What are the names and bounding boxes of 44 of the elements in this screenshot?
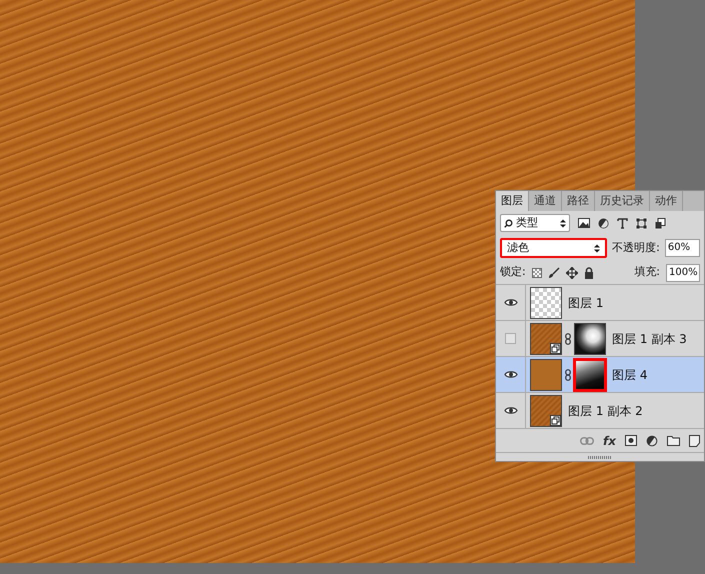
eye-icon[interactable] <box>504 298 518 307</box>
fill-field[interactable]: 100% <box>666 264 700 282</box>
lock-icon[interactable] <box>584 266 594 278</box>
eye-icon[interactable] <box>504 406 518 415</box>
layer-name: 图层 1 副本 3 <box>612 330 687 348</box>
layer-row[interactable]: 图层 1 <box>496 285 704 321</box>
link-icon[interactable] <box>565 332 571 344</box>
fill-label: 填充: <box>634 264 660 280</box>
layer-row[interactable]: 图层 1 副本 3 <box>496 321 704 357</box>
opacity-label: 不透明度: <box>612 240 660 256</box>
layer-row[interactable]: 图层 4 <box>496 357 704 393</box>
opacity-field[interactable]: 60% <box>664 239 700 257</box>
search-icon <box>504 218 513 228</box>
folder-icon[interactable] <box>667 435 680 446</box>
eye-icon[interactable] <box>504 370 518 379</box>
filter-value: 类型 <box>516 214 539 231</box>
image-icon[interactable] <box>578 218 590 228</box>
blend-mode-dropdown[interactable]: 滤色 <box>500 238 608 258</box>
new-layer-icon[interactable] <box>689 434 700 446</box>
half-circle-icon[interactable] <box>646 434 658 446</box>
filter-dropdown[interactable]: 类型 <box>500 214 570 232</box>
panel-tab[interactable]: 图层 <box>496 191 529 211</box>
layer-mask-thumbnail[interactable] <box>574 322 606 354</box>
smart-object-icon <box>550 342 561 354</box>
text-icon[interactable] <box>617 218 628 228</box>
move-icon[interactable] <box>566 266 578 278</box>
brush-icon[interactable] <box>548 266 560 278</box>
resize-grip[interactable] <box>588 456 612 459</box>
layer-name: 图层 1 副本 2 <box>568 402 643 420</box>
lock-label: 锁定: <box>500 264 526 280</box>
fx-button[interactable]: fx <box>603 432 616 450</box>
smart-object-filter-icon[interactable] <box>655 218 666 228</box>
layer-row[interactable]: 图层 1 副本 2 <box>496 393 704 429</box>
layer-mask-thumbnail[interactable] <box>574 358 606 390</box>
lock-transparency-icon[interactable] <box>532 268 542 278</box>
half-circle-icon[interactable] <box>598 218 609 228</box>
transform-icon[interactable] <box>636 218 647 228</box>
link-icon[interactable] <box>565 368 571 380</box>
updown-icon <box>594 244 600 252</box>
layer-name: 图层 1 <box>568 294 604 312</box>
smart-object-icon <box>550 414 561 426</box>
layer-name: 图层 4 <box>612 366 648 384</box>
updown-icon <box>560 218 566 228</box>
mask-icon[interactable] <box>625 435 637 446</box>
